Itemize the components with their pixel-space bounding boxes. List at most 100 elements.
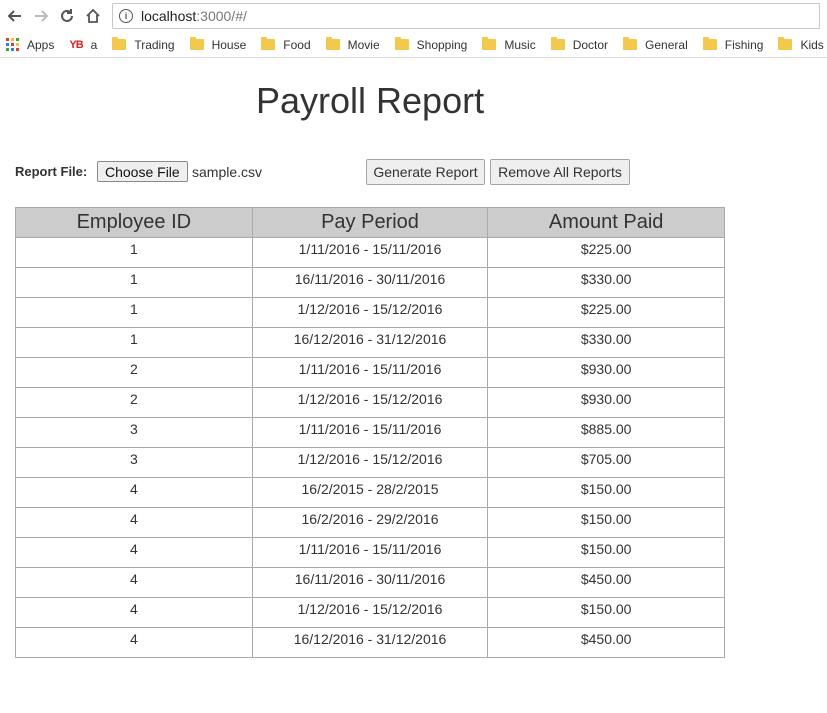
bookmark-label: Food	[283, 37, 311, 52]
bookmark-label: Shopping	[416, 37, 468, 52]
apps-grid-icon	[6, 38, 19, 51]
cell-employee-id: 2	[15, 387, 253, 418]
table-row: 1 16/11/2016 - 30/11/2016 $330.00	[15, 267, 725, 298]
bookmark-house[interactable]: House	[189, 37, 247, 52]
table-row: 3 1/11/2016 - 15/11/2016 $885.00	[15, 417, 725, 448]
folder-icon	[550, 37, 565, 50]
cell-amount-paid: $150.00	[487, 477, 725, 508]
cell-amount-paid: $150.00	[487, 537, 725, 568]
cell-pay-period: 16/2/2015 - 28/2/2015	[251, 477, 489, 508]
bookmark-apps[interactable]: Apps	[6, 38, 54, 52]
cell-employee-id: 1	[15, 327, 253, 358]
bookmark-kids[interactable]: Kids	[778, 37, 824, 52]
bookmark-label: Trading	[134, 37, 175, 52]
header-amount-paid: Amount Paid	[487, 207, 725, 238]
bookmark-fishing[interactable]: Fishing	[702, 37, 764, 52]
cell-pay-period: 1/11/2016 - 15/11/2016	[251, 417, 489, 448]
cell-employee-id: 1	[15, 267, 253, 298]
cell-amount-paid: $330.00	[487, 327, 725, 358]
folder-icon	[189, 37, 204, 50]
remove-all-reports-button[interactable]: Remove All Reports	[490, 159, 630, 185]
home-icon[interactable]	[82, 5, 104, 27]
cell-employee-id: 2	[15, 357, 253, 388]
folder-icon	[325, 37, 340, 50]
table-row: 4 1/12/2016 - 15/12/2016 $150.00	[15, 597, 725, 628]
folder-icon	[702, 37, 717, 50]
selected-file-name: sample.csv	[192, 164, 263, 180]
cell-employee-id: 3	[15, 417, 253, 448]
table-row: 1 16/12/2016 - 31/12/2016 $330.00	[15, 327, 725, 358]
info-icon[interactable]: i	[119, 9, 133, 23]
yb-icon: YB	[69, 38, 83, 51]
url-path: :3000/#/	[196, 8, 247, 24]
bookmark-label: Apps	[27, 37, 55, 52]
folder-icon	[112, 37, 127, 50]
report-file-label: Report File:	[15, 164, 88, 179]
cell-pay-period: 16/12/2016 - 31/12/2016	[251, 627, 489, 658]
header-pay-period: Pay Period	[251, 207, 489, 238]
cell-amount-paid: $225.00	[487, 297, 725, 328]
cell-employee-id: 4	[15, 567, 253, 598]
choose-file-button[interactable]: Choose File	[97, 161, 188, 182]
cell-pay-period: 16/2/2016 - 29/2/2016	[251, 507, 489, 538]
cell-employee-id: 1	[15, 297, 253, 328]
bookmark-label: Music	[504, 37, 536, 52]
table-row: 4 16/12/2016 - 31/12/2016 $450.00	[15, 627, 725, 658]
table-row: 4 16/2/2015 - 28/2/2015 $150.00	[15, 477, 725, 508]
cell-pay-period: 16/11/2016 - 30/11/2016	[251, 567, 489, 598]
bookmark-label: House	[211, 37, 247, 52]
generate-report-button[interactable]: Generate Report	[366, 159, 485, 185]
bookmark-yb[interactable]: YB a	[69, 38, 97, 52]
table-body: 1 1/11/2016 - 15/11/2016 $225.00 1 16/11/20…	[15, 237, 725, 658]
report-controls: Report File: Choose File sample.csv Gene…	[15, 159, 715, 185]
header-employee-id: Employee ID	[15, 207, 253, 238]
cell-amount-paid: $330.00	[487, 267, 725, 298]
bookmark-movie[interactable]: Movie	[325, 37, 380, 52]
bookmark-label: Kids	[800, 37, 824, 52]
folder-icon	[394, 37, 409, 50]
bookmark-music[interactable]: Music	[482, 37, 536, 52]
cell-pay-period: 1/11/2016 - 15/11/2016	[251, 237, 489, 268]
bookmark-general[interactable]: General	[623, 37, 688, 52]
cell-amount-paid: $150.00	[487, 507, 725, 538]
folder-icon	[482, 37, 497, 50]
cell-amount-paid: $705.00	[487, 447, 725, 478]
bookmark-label: Movie	[347, 37, 380, 52]
cell-pay-period: 1/11/2016 - 15/11/2016	[251, 537, 489, 568]
cell-amount-paid: $885.00	[487, 417, 725, 448]
cell-pay-period: 1/12/2016 - 15/12/2016	[251, 387, 489, 418]
bookmark-food[interactable]: Food	[261, 37, 311, 52]
payroll-table: Employee ID Pay Period Amount Paid 1 1/11…	[15, 207, 725, 658]
bookmarks-bar: Apps YB a Trading House Food Movie Shopp…	[0, 32, 827, 58]
table-row: 4 16/2/2016 - 29/2/2016 $150.00	[15, 507, 725, 538]
bookmark-label: Fishing	[724, 37, 764, 52]
cell-pay-period: 16/11/2016 - 30/11/2016	[251, 267, 489, 298]
table-row: 1 1/11/2016 - 15/11/2016 $225.00	[15, 237, 725, 268]
bookmark-doctor[interactable]: Doctor	[550, 37, 608, 52]
cell-employee-id: 4	[15, 507, 253, 538]
reload-icon[interactable]	[56, 5, 78, 27]
bookmark-trading[interactable]: Trading	[112, 37, 175, 52]
table-row: 4 1/11/2016 - 15/11/2016 $150.00	[15, 537, 725, 568]
cell-employee-id: 1	[15, 237, 253, 268]
table-row: 4 16/11/2016 - 30/11/2016 $450.00	[15, 567, 725, 598]
cell-employee-id: 4	[15, 627, 253, 658]
cell-employee-id: 4	[15, 477, 253, 508]
folder-icon	[623, 37, 638, 50]
folder-icon	[261, 37, 276, 50]
cell-pay-period: 16/12/2016 - 31/12/2016	[251, 327, 489, 358]
table-row: 1 1/12/2016 - 15/12/2016 $225.00	[15, 297, 725, 328]
cell-amount-paid: $450.00	[487, 567, 725, 598]
bookmark-shopping[interactable]: Shopping	[394, 37, 468, 52]
table-row: 3 1/12/2016 - 15/12/2016 $705.00	[15, 447, 725, 478]
browser-toolbar: i localhost:3000/#/	[0, 0, 827, 32]
address-bar[interactable]: i localhost:3000/#/	[112, 3, 820, 29]
folder-icon	[778, 37, 793, 50]
cell-amount-paid: $450.00	[487, 627, 725, 658]
cell-amount-paid: $150.00	[487, 597, 725, 628]
cell-employee-id: 4	[15, 597, 253, 628]
cell-amount-paid: $930.00	[487, 357, 725, 388]
cell-amount-paid: $930.00	[487, 387, 725, 418]
forward-arrow-icon[interactable]	[30, 5, 52, 27]
back-arrow-icon[interactable]	[4, 5, 26, 27]
